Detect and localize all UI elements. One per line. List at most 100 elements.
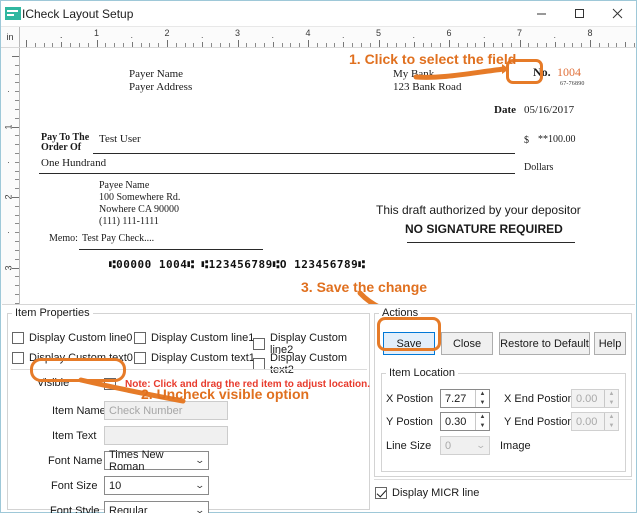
checkbox-box[interactable] (12, 352, 24, 364)
check-memo-value[interactable]: Test Pay Check.... (82, 233, 154, 244)
ruler-tick (15, 293, 19, 295)
checkbox-box[interactable] (134, 352, 146, 364)
visible-checkbox[interactable] (104, 378, 116, 390)
check-payee-address-line3[interactable]: Nowhere CA 90000 (99, 204, 179, 215)
micr-line[interactable]: ⑆00000 1004⑆ ⑆123456789⑆O 123456789⑆ (109, 258, 365, 271)
draft-authorization-line2[interactable]: NO SIGNATURE REQUIRED (405, 222, 563, 236)
stepper-arrows[interactable]: ▲ ▼ (604, 390, 618, 407)
ruler-number: 3 (234, 28, 241, 38)
chevron-down-icon[interactable]: ⌄ (195, 480, 206, 491)
y-position-value[interactable]: 0.30 (441, 413, 475, 430)
ruler-number: 7 (516, 28, 523, 38)
y-end-position-value[interactable]: 0.00 (572, 413, 604, 430)
stepper-arrows[interactable]: ▲ ▼ (604, 413, 618, 430)
stepper-down-icon[interactable]: ▼ (476, 399, 489, 408)
display-micr-line-checkbox-row[interactable]: Display MICR line (375, 487, 479, 499)
checkbox-box[interactable] (253, 338, 265, 350)
y-end-position-stepper[interactable]: 0.00 ▲ ▼ (571, 412, 619, 431)
ruler-tick (15, 161, 19, 163)
save-button[interactable]: Save (383, 332, 435, 355)
stepper-down-icon[interactable]: ▼ (476, 422, 489, 431)
stepper-up-icon[interactable]: ▲ (605, 390, 618, 399)
checkbox-display-custom-text2[interactable]: Display Custom text2 (253, 352, 369, 376)
y-position-stepper[interactable]: 0.30 ▲ ▼ (440, 412, 490, 431)
checkbox-box[interactable] (134, 332, 146, 344)
checkbox-display-custom-line0[interactable]: Display Custom line0 (12, 332, 132, 344)
checkbox-display-custom-line1[interactable]: Display Custom line1 (134, 332, 254, 344)
stepper-down-icon[interactable]: ▼ (605, 399, 618, 408)
item-location-group: Item Location X Postion 7.27 ▲ ▼ X End P… (381, 367, 626, 472)
display-micr-line-checkbox[interactable] (375, 487, 387, 499)
line-size-value: 0 (445, 439, 452, 452)
restore-to-default-button[interactable]: Restore to Default (499, 332, 590, 355)
ruler-tick (404, 43, 406, 47)
display-micr-line-label: Display MICR line (392, 487, 480, 499)
ruler-tick (352, 43, 354, 47)
check-payer-address[interactable]: Payer Address (129, 81, 192, 93)
item-name-input[interactable]: Check Number (104, 401, 228, 420)
check-payee-address-line1[interactable]: Payee Name (99, 180, 149, 191)
ruler-tick (15, 285, 19, 287)
stepper-down-icon[interactable]: ▼ (605, 422, 618, 431)
ruler-tick (554, 42, 556, 47)
line-size-select[interactable]: 0 ⌄ (440, 436, 490, 455)
ruler-tick (184, 43, 186, 47)
font-size-select[interactable]: 10 ⌄ (104, 476, 209, 495)
visible-checkbox-row[interactable]: Visible (37, 377, 69, 389)
close-icon[interactable] (598, 1, 636, 27)
properties-divider (11, 369, 367, 370)
help-button[interactable]: Help (594, 332, 626, 355)
check-date-label[interactable]: Date (494, 104, 516, 116)
pay-to-the-label-line2[interactable]: Order Of (41, 142, 81, 153)
checkbox-display-custom-text0[interactable]: Display Custom text0 (12, 352, 133, 364)
stepper-up-icon[interactable]: ▲ (476, 390, 489, 399)
check-number-label[interactable]: No. (533, 65, 551, 80)
x-position-stepper[interactable]: 7.27 ▲ ▼ (440, 389, 490, 408)
checkbox-display-custom-text1[interactable]: Display Custom text1 (134, 352, 255, 364)
check-routing-fraction[interactable]: 67-76890 (560, 81, 585, 87)
check-payee-phone[interactable]: (111) 111-1111 (99, 216, 159, 227)
x-position-value[interactable]: 7.27 (441, 390, 475, 407)
ruler-tick (211, 43, 213, 47)
ruler-tick (563, 43, 565, 47)
x-end-position-value[interactable]: 0.00 (572, 390, 604, 407)
check-number-value[interactable]: 1004 (557, 65, 581, 80)
font-style-select[interactable]: Regular ⌄ (104, 501, 209, 513)
ruler-tick (96, 40, 98, 47)
check-payee-value[interactable]: Test User (99, 133, 141, 145)
item-text-input[interactable] (104, 426, 228, 445)
maximize-icon[interactable] (560, 1, 598, 27)
ruler-tick (440, 43, 442, 47)
chevron-down-icon[interactable]: ⌄ (195, 505, 206, 513)
ruler-tick (15, 188, 19, 190)
checkbox-box[interactable] (12, 332, 24, 344)
ruler-tick (15, 117, 19, 119)
chevron-down-icon[interactable]: ⌄ (195, 455, 206, 466)
check-preview-canvas[interactable]: Payer Name Payer Address My Bank 123 Ban… (21, 48, 636, 304)
check-bank-address[interactable]: 123 Bank Road (393, 81, 461, 93)
image-label: Image (500, 440, 531, 452)
stepper-arrows[interactable]: ▲ ▼ (475, 390, 489, 407)
check-payee-address-line2[interactable]: 100 Somewhere Rd. (99, 192, 180, 203)
font-name-select[interactable]: Times New Roman ⌄ (104, 449, 209, 473)
check-amount-words[interactable]: One Hundrand (41, 157, 106, 169)
x-end-position-label: X End Postion (504, 393, 574, 405)
stepper-arrows[interactable]: ▲ ▼ (475, 413, 489, 430)
check-amount-value[interactable]: **100.00 (538, 134, 576, 145)
ruler-tick (34, 43, 36, 47)
ruler-tick (15, 152, 19, 154)
stepper-up-icon[interactable]: ▲ (605, 413, 618, 422)
check-date-value[interactable]: 05/16/2017 (524, 104, 574, 116)
font-size-label: Font Size (51, 480, 98, 492)
ruler-tick (15, 232, 19, 234)
stepper-up-icon[interactable]: ▲ (476, 413, 489, 422)
ruler-tick (167, 40, 168, 47)
check-bank-name[interactable]: My Bank (393, 68, 434, 80)
check-payer-name[interactable]: Payer Name (129, 68, 183, 80)
x-end-position-stepper[interactable]: 0.00 ▲ ▼ (571, 389, 619, 408)
close-button[interactable]: Close (441, 332, 493, 355)
ruler-tick (78, 43, 80, 47)
draft-authorization-line1[interactable]: This draft authorized by your depositor (376, 203, 581, 217)
minimize-icon[interactable] (522, 1, 560, 27)
chevron-down-icon[interactable]: ⌄ (476, 440, 487, 451)
